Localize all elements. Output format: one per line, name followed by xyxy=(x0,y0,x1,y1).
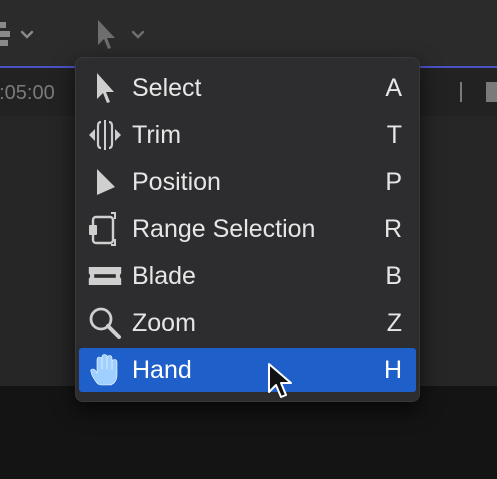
shortcut-key: T xyxy=(386,121,402,149)
menu-item-hand[interactable]: Hand H xyxy=(79,348,416,392)
select-arrow-icon xyxy=(87,70,123,106)
shortcut-key: B xyxy=(385,262,402,290)
zoom-icon xyxy=(87,305,123,341)
blade-icon xyxy=(87,258,123,294)
mouse-pointer-icon xyxy=(268,363,292,398)
shortcut-key: A xyxy=(385,74,402,102)
position-icon xyxy=(87,164,123,200)
menu-item-select[interactable]: Select A xyxy=(79,66,416,110)
shortcut-key: P xyxy=(385,168,402,196)
trim-icon xyxy=(87,117,123,153)
menu-item-trim[interactable]: Trim T xyxy=(79,113,416,157)
menu-item-label: Trim xyxy=(132,121,182,149)
chevron-down-icon[interactable] xyxy=(131,30,145,40)
ruler-tick xyxy=(460,82,462,102)
menu-item-zoom[interactable]: Zoom Z xyxy=(79,301,416,345)
menu-item-blade[interactable]: Blade B xyxy=(79,254,416,298)
menu-item-position[interactable]: Position P xyxy=(79,160,416,204)
menu-item-range-selection[interactable]: Range Selection R xyxy=(79,207,416,251)
range-selection-icon xyxy=(87,211,123,247)
menu-item-label: Blade xyxy=(132,262,196,290)
menu-item-label: Position xyxy=(132,168,221,196)
clip-appearance-icon[interactable] xyxy=(0,20,14,48)
tools-popup-menu: Select A Trim T Position P Range Selecti… xyxy=(75,57,420,402)
arrow-pointer-icon[interactable] xyxy=(96,19,116,51)
menu-item-label: Hand xyxy=(132,356,192,384)
shortcut-key: Z xyxy=(386,309,402,337)
menu-item-label: Select xyxy=(132,74,202,102)
menu-item-label: Zoom xyxy=(132,309,196,337)
shortcut-key: H xyxy=(383,356,402,384)
hand-icon xyxy=(87,352,123,388)
ruler-tick xyxy=(486,82,497,102)
timecode-label: 0:05:00 xyxy=(0,82,55,104)
shortcut-key: R xyxy=(383,215,402,243)
chevron-down-icon[interactable] xyxy=(20,30,34,40)
menu-item-label: Range Selection xyxy=(132,215,316,243)
